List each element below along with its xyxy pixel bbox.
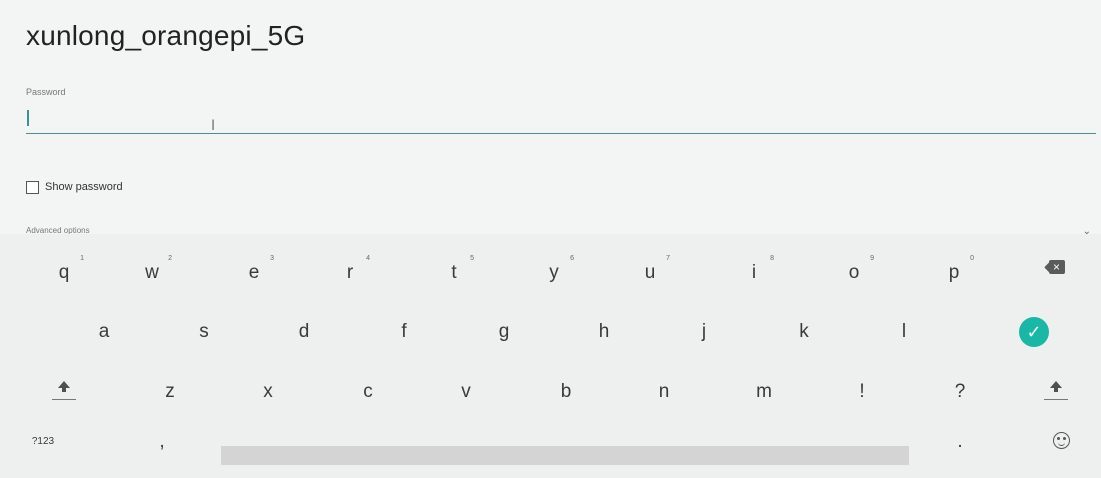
shift-left-icon (52, 379, 76, 405)
show-password-label: Show password (45, 181, 123, 193)
key-z[interactable]: z (126, 363, 214, 421)
backspace-key[interactable]: × (1012, 238, 1100, 296)
i-beam-cursor-icon: Ⅰ (211, 117, 216, 133)
symbols-key[interactable]: ?123 (8, 426, 78, 456)
key-q[interactable]: q1 (20, 244, 108, 302)
key-q-hint: 1 (80, 255, 84, 262)
key-exclamation[interactable]: ! (818, 363, 906, 421)
period-key[interactable]: . (928, 427, 992, 457)
key-s[interactable]: s (160, 303, 248, 361)
key-t-hint: 5 (470, 255, 474, 262)
done-check-icon: ✓ (1019, 317, 1049, 347)
key-k[interactable]: k (760, 303, 848, 361)
space-bar[interactable] (221, 446, 909, 465)
done-key[interactable]: ✓ (990, 303, 1078, 361)
shift-right-key[interactable] (1012, 363, 1100, 421)
key-r[interactable]: r4 (306, 244, 394, 302)
key-l[interactable]: l (860, 303, 948, 361)
shift-left-key[interactable] (20, 363, 108, 421)
key-u[interactable]: u7 (606, 244, 694, 302)
key-y-hint: 6 (570, 255, 574, 262)
key-g[interactable]: g (460, 303, 548, 361)
key-i[interactable]: i8 (710, 244, 798, 302)
key-e[interactable]: e3 (210, 244, 298, 302)
key-b[interactable]: b (522, 363, 610, 421)
key-y[interactable]: y6 (510, 244, 598, 302)
onscreen-keyboard: q1 w2 e3 r4 t5 y6 u7 i8 o9 p0 × a s d f … (0, 234, 1101, 478)
wifi-password-dialog: xunlong_orangepi_5G Password Ⅰ Show pass… (0, 0, 1101, 234)
key-p-hint: 0 (970, 255, 974, 262)
key-t[interactable]: t5 (410, 244, 498, 302)
comma-key[interactable]: , (130, 427, 194, 457)
password-input[interactable]: Ⅰ (26, 106, 1096, 134)
show-password-checkbox[interactable] (26, 180, 39, 194)
key-m[interactable]: m (720, 363, 808, 421)
key-o-hint: 9 (870, 255, 874, 262)
key-j[interactable]: j (660, 303, 748, 361)
key-d[interactable]: d (260, 303, 348, 361)
shift-right-icon (1044, 379, 1068, 405)
show-password-row[interactable]: Show password (26, 179, 123, 195)
text-caret (27, 110, 29, 126)
key-question[interactable]: ? (916, 363, 1004, 421)
key-e-hint: 3 (270, 255, 274, 262)
key-v[interactable]: v (422, 363, 510, 421)
key-u-hint: 7 (666, 255, 670, 262)
key-h[interactable]: h (560, 303, 648, 361)
key-w-hint: 2 (168, 255, 172, 262)
key-o[interactable]: o9 (810, 244, 898, 302)
emoji-icon (1052, 431, 1070, 449)
network-name-title: xunlong_orangepi_5G (26, 20, 306, 51)
key-c[interactable]: c (324, 363, 412, 421)
key-x[interactable]: x (224, 363, 312, 421)
chevron-down-icon[interactable]: ⌄ (1083, 226, 1091, 234)
key-p[interactable]: p0 (910, 244, 998, 302)
key-a[interactable]: a (60, 303, 148, 361)
password-label: Password (26, 87, 66, 97)
key-f[interactable]: f (360, 303, 448, 361)
key-n[interactable]: n (620, 363, 708, 421)
advanced-options-toggle[interactable]: Advanced options (26, 226, 90, 234)
key-i-hint: 8 (770, 255, 774, 262)
backspace-icon: × (1044, 260, 1066, 274)
key-w[interactable]: w2 (108, 244, 196, 302)
emoji-key[interactable] (1034, 424, 1088, 456)
key-r-hint: 4 (366, 255, 370, 262)
